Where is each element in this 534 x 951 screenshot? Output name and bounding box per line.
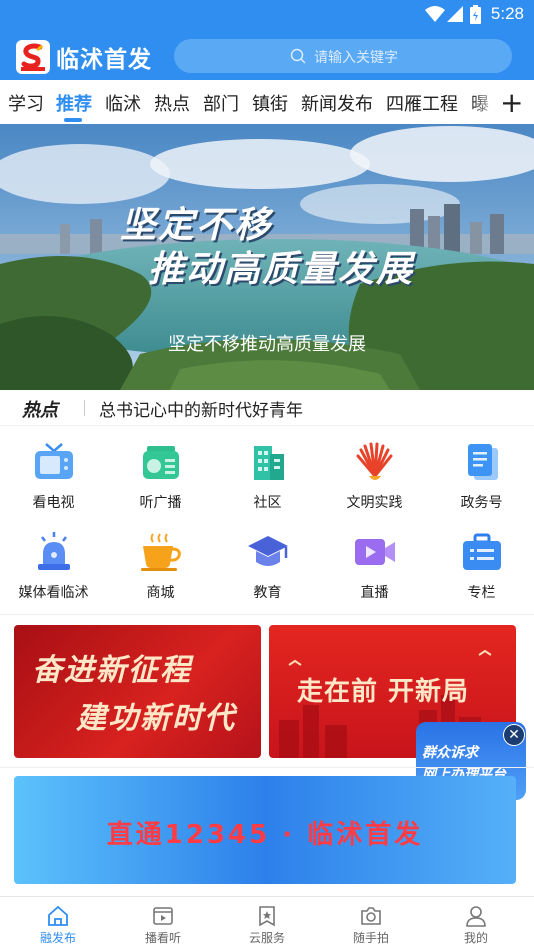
- signal-icon: [447, 6, 463, 22]
- video-camera-icon: [355, 539, 395, 565]
- search-input[interactable]: 请输入关键字: [174, 39, 512, 73]
- service-label: 政务号: [460, 495, 503, 511]
- star-bookmark-icon: [259, 906, 275, 927]
- service-label: 教育: [253, 585, 282, 601]
- promo-left-line1: 奋进新征程: [32, 653, 192, 688]
- tab-news-release[interactable]: 新闻发布: [301, 90, 373, 116]
- hot-divider: [84, 400, 85, 416]
- service-live[interactable]: 直播: [321, 522, 428, 612]
- building-icon: [254, 446, 284, 480]
- coffee-cup-icon: [141, 533, 181, 571]
- banner-headline-2: 推动高质量发展: [148, 249, 415, 290]
- nav-label: 我的: [463, 931, 488, 945]
- home-icon: [48, 905, 68, 926]
- app-logo: [16, 40, 50, 74]
- tab-linshu[interactable]: 临沭: [105, 90, 141, 116]
- briefcase-icon: [463, 533, 501, 570]
- status-bar: 5:28: [0, 0, 534, 28]
- bottom-navigation: 融发布 播看听 云服务 随手拍 我的: [0, 896, 534, 950]
- section-divider: [0, 767, 534, 768]
- hero-banner[interactable]: 坚定不移 推动高质量发展 坚定不移推动高质量发展: [0, 124, 534, 390]
- battery-icon: [470, 5, 481, 24]
- document-icon: [468, 444, 498, 480]
- service-label: 文明实践: [346, 495, 403, 511]
- nav-cloud-service[interactable]: 云服务: [214, 897, 320, 951]
- play-icon: [153, 907, 173, 925]
- service-community[interactable]: 社区: [214, 432, 321, 522]
- search-icon: [290, 48, 306, 64]
- service-radio[interactable]: 听广播: [107, 432, 214, 522]
- tab-hot[interactable]: 热点: [154, 90, 190, 116]
- nav-label: 融发布: [39, 931, 76, 945]
- close-icon[interactable]: ✕: [503, 724, 525, 746]
- radio-icon: [143, 446, 179, 479]
- alarm-light-icon: [38, 532, 70, 570]
- tab-study[interactable]: 学习: [8, 90, 44, 116]
- add-channel-icon[interactable]: +: [500, 86, 523, 119]
- app-header: 临沭首发 请输入关键字: [0, 28, 534, 80]
- nav-label: 随手拍: [352, 931, 389, 945]
- service-column[interactable]: 专栏: [428, 522, 534, 612]
- tab-department[interactable]: 部门: [203, 90, 239, 116]
- clock: 5:28: [490, 4, 524, 23]
- hot-ticker[interactable]: 热点 总书记心中的新时代好青年: [0, 390, 534, 426]
- promo-right-text: 走在前 开新局: [297, 677, 470, 707]
- active-tab-indicator: [64, 118, 82, 122]
- hotline-text: 直通12345 · 临沭首发: [106, 820, 424, 850]
- user-icon: [466, 906, 486, 927]
- service-mall[interactable]: 商城: [107, 522, 214, 612]
- nav-label: 云服务: [248, 931, 285, 945]
- banner-caption: 坚定不移推动高质量发展: [168, 334, 366, 355]
- graduation-cap-icon: [248, 536, 288, 566]
- service-label: 社区: [253, 495, 282, 511]
- service-label: 听广播: [139, 495, 182, 511]
- promo-new-journey[interactable]: 奋进新征程 建功新时代: [14, 625, 261, 758]
- service-civilization[interactable]: 文明实践: [321, 432, 428, 522]
- nav-publish[interactable]: 融发布: [5, 897, 111, 951]
- app-title: 临沭首发: [56, 47, 152, 73]
- wifi-icon: [425, 6, 445, 22]
- channel-tabs: 学习 推荐 临沭 热点 部门 镇街 新闻发布 四雁工程 曝 +: [0, 80, 534, 124]
- civilization-icon: [356, 442, 393, 480]
- hotline-banner[interactable]: 直通12345 · 临沭首发: [14, 776, 516, 884]
- service-label: 专栏: [467, 585, 496, 601]
- tab-four-geese[interactable]: 四雁工程: [386, 90, 458, 116]
- tab-recommend[interactable]: 推荐: [56, 90, 92, 116]
- tv-icon: [35, 443, 73, 479]
- nav-watch-listen[interactable]: 播看听: [110, 897, 216, 951]
- service-label: 看电视: [32, 495, 75, 511]
- service-grid: 看电视 听广播 社区 文明实践 政务号 媒体看临沭 商城 教育 直播 专栏: [0, 432, 534, 614]
- promo-left-line2: 建功新时代: [76, 701, 236, 736]
- service-label: 直播: [360, 585, 389, 601]
- service-gov-account[interactable]: 政务号: [428, 432, 534, 522]
- camera-icon: [361, 907, 381, 925]
- nav-snapshot[interactable]: 随手拍: [318, 897, 424, 951]
- nav-label: 播看听: [144, 931, 181, 945]
- hot-label: 热点: [22, 400, 58, 421]
- tab-towns[interactable]: 镇街: [252, 90, 288, 116]
- logo-icon: [21, 43, 45, 71]
- nav-profile[interactable]: 我的: [423, 897, 529, 951]
- search-placeholder: 请输入关键字: [314, 50, 398, 66]
- float-line1: 群众诉求: [422, 745, 478, 761]
- service-label: 商城: [146, 585, 175, 601]
- service-education[interactable]: 教育: [214, 522, 321, 612]
- service-tv[interactable]: 看电视: [0, 432, 107, 522]
- service-label: 媒体看临沭: [18, 585, 89, 601]
- hot-headline[interactable]: 总书记心中的新时代好青年: [99, 396, 303, 421]
- section-divider: [0, 614, 534, 615]
- service-media[interactable]: 媒体看临沭: [0, 522, 107, 612]
- tab-fade: [470, 80, 500, 124]
